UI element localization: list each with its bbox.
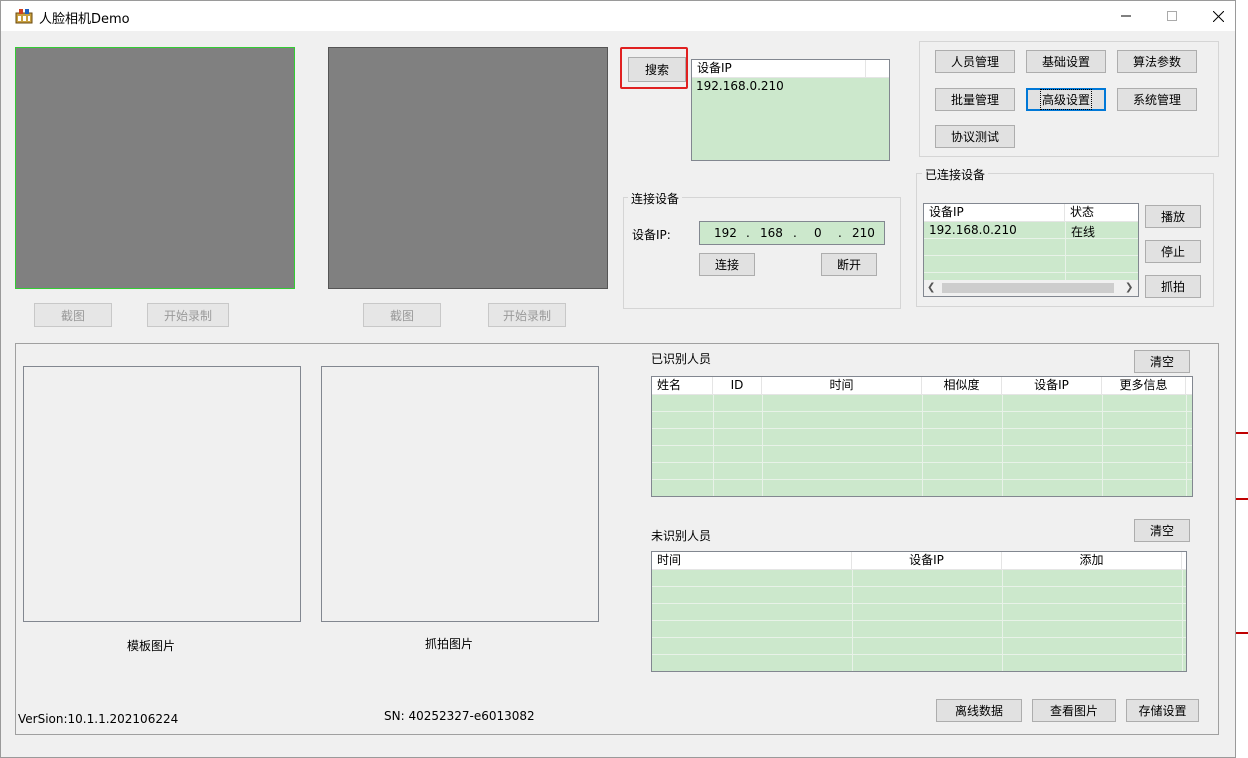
connected-devices-title: 已连接设备 xyxy=(922,166,989,183)
system-management-button[interactable]: 系统管理 xyxy=(1117,88,1197,111)
column-header[interactable]: 时间 xyxy=(652,552,852,569)
app-icon xyxy=(15,8,33,24)
template-picture-label: 模板图片 xyxy=(127,639,176,653)
unrecognized-list[interactable]: 时间 设备IP 添加 xyxy=(651,551,1187,672)
disconnect-button[interactable]: 断开 xyxy=(821,253,877,276)
record-left-button[interactable]: 开始录制 xyxy=(147,303,229,327)
app-window: 人脸相机Demo 截图 开始录制 截图 开始录制 搜索 设备IP 192.168… xyxy=(0,0,1236,758)
table-row[interactable]: 192.168.0.210 在线 xyxy=(924,222,1138,239)
minimize-button[interactable] xyxy=(1103,1,1149,31)
basic-settings-button[interactable]: 基础设置 xyxy=(1026,50,1106,73)
ip-octet-2: 168 xyxy=(760,226,783,240)
column-header[interactable]: 设备IP xyxy=(692,60,866,77)
snapshot-left-button[interactable]: 截图 xyxy=(34,303,112,327)
search-button[interactable]: 搜索 xyxy=(628,57,686,82)
recognized-clear-button[interactable]: 清空 xyxy=(1134,350,1190,373)
scroll-right-icon[interactable]: ❯ xyxy=(1125,282,1133,293)
close-icon xyxy=(1212,10,1224,22)
connect-group-title: 连接设备 xyxy=(628,190,683,207)
protocol-test-button[interactable]: 协议测试 xyxy=(935,125,1015,148)
background-mark xyxy=(1236,498,1248,500)
storage-settings-button[interactable]: 存储设置 xyxy=(1126,699,1199,722)
background-window-edge xyxy=(1236,0,1248,758)
serial-number-text: SN: 40252327-e6013082 xyxy=(384,709,535,723)
ip-address-field[interactable]: 192 . 168 . 0 . 210 xyxy=(699,221,885,245)
list-item[interactable]: 192.168.0.210 xyxy=(696,79,784,93)
offline-data-button[interactable]: 离线数据 xyxy=(936,699,1022,722)
play-button[interactable]: 播放 xyxy=(1145,205,1201,228)
scroll-left-icon[interactable]: ❮ xyxy=(927,282,935,293)
ip-octet-1: 192 xyxy=(714,226,737,240)
column-header[interactable]: 更多信息 xyxy=(1102,377,1186,394)
stop-button[interactable]: 停止 xyxy=(1145,240,1201,263)
template-picture xyxy=(23,366,301,622)
unrecognized-title: 未识别人员 xyxy=(651,529,712,543)
recognized-list[interactable]: 姓名 ID 时间 相似度 设备IP 更多信息 xyxy=(651,376,1193,497)
capture-picture-label: 抓拍图片 xyxy=(425,637,474,651)
search-result-list[interactable]: 设备IP 192.168.0.210 xyxy=(691,59,890,161)
column-header[interactable]: 设备IP xyxy=(852,552,1002,569)
column-header[interactable]: 姓名 xyxy=(652,377,713,394)
connect-button[interactable]: 连接 xyxy=(699,253,755,276)
capture-button[interactable]: 抓拍 xyxy=(1145,275,1201,298)
maximize-button[interactable] xyxy=(1149,1,1195,31)
list-header: 设备IP xyxy=(692,60,889,78)
record-right-button[interactable]: 开始录制 xyxy=(488,303,566,327)
background-mark xyxy=(1236,632,1248,634)
ip-octet-3: 0 xyxy=(814,226,822,240)
connected-devices-list[interactable]: 设备IP 状态 192.168.0.210 在线 ❮ ❯ xyxy=(923,203,1139,297)
ip-octet-4: 210 xyxy=(852,226,875,240)
advanced-settings-button[interactable]: 高级设置 xyxy=(1026,88,1106,111)
video-preview-left xyxy=(15,47,295,289)
person-management-button[interactable]: 人员管理 xyxy=(935,50,1015,73)
maximize-icon xyxy=(1167,11,1177,21)
column-header[interactable]: 状态 xyxy=(1065,204,1138,221)
recognized-title: 已识别人员 xyxy=(651,352,712,366)
batch-management-button[interactable]: 批量管理 xyxy=(935,88,1015,111)
horizontal-scrollbar[interactable]: ❮ ❯ xyxy=(924,280,1138,296)
column-header[interactable]: 时间 xyxy=(762,377,922,394)
column-header[interactable]: ID xyxy=(713,377,762,394)
snapshot-right-button[interactable]: 截图 xyxy=(363,303,441,327)
algorithm-params-button[interactable]: 算法参数 xyxy=(1117,50,1197,73)
video-preview-right xyxy=(328,47,608,289)
window-title: 人脸相机Demo xyxy=(39,12,130,27)
title-bar[interactable]: 人脸相机Demo xyxy=(1,1,1235,31)
close-button[interactable] xyxy=(1195,1,1241,31)
background-mark xyxy=(1236,432,1248,434)
unrecognized-clear-button[interactable]: 清空 xyxy=(1134,519,1190,542)
column-header[interactable]: 添加 xyxy=(1002,552,1182,569)
version-text: VerSion:10.1.1.202106224 xyxy=(18,712,179,726)
column-header[interactable]: 设备IP xyxy=(924,204,1065,221)
capture-picture xyxy=(321,366,599,622)
column-header[interactable]: 相似度 xyxy=(922,377,1002,394)
device-ip-label: 设备IP: xyxy=(632,228,671,242)
view-pictures-button[interactable]: 查看图片 xyxy=(1032,699,1116,722)
column-header[interactable]: 设备IP xyxy=(1002,377,1102,394)
minimize-icon xyxy=(1121,15,1131,17)
scrollbar-thumb[interactable] xyxy=(942,283,1114,293)
